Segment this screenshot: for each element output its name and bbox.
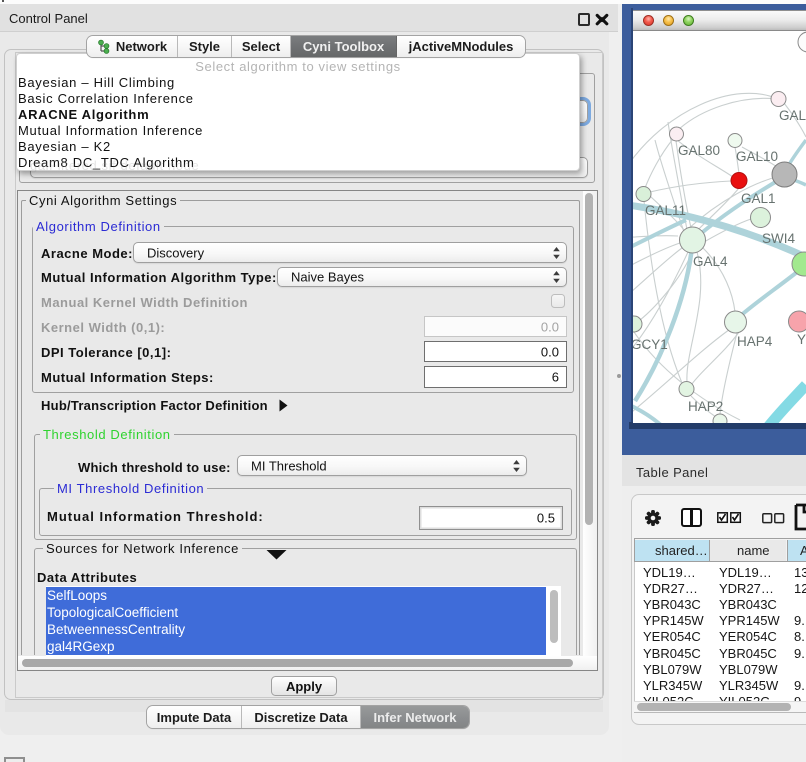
svg-text:GAL4: GAL4	[693, 254, 728, 269]
svg-text:GAL: GAL	[779, 108, 806, 123]
svg-text:GCY1: GCY1	[633, 337, 668, 352]
svg-text:HAP4: HAP4	[737, 334, 773, 349]
svg-text:GAL11: GAL11	[645, 203, 686, 218]
svg-text:Y: Y	[797, 332, 806, 347]
svg-text:GAL1: GAL1	[741, 191, 776, 206]
svg-text:HAP2: HAP2	[688, 399, 723, 414]
svg-text:SWI4: SWI4	[762, 231, 795, 246]
svg-text:GAL10: GAL10	[736, 149, 778, 164]
svg-text:GAL80: GAL80	[678, 143, 720, 158]
